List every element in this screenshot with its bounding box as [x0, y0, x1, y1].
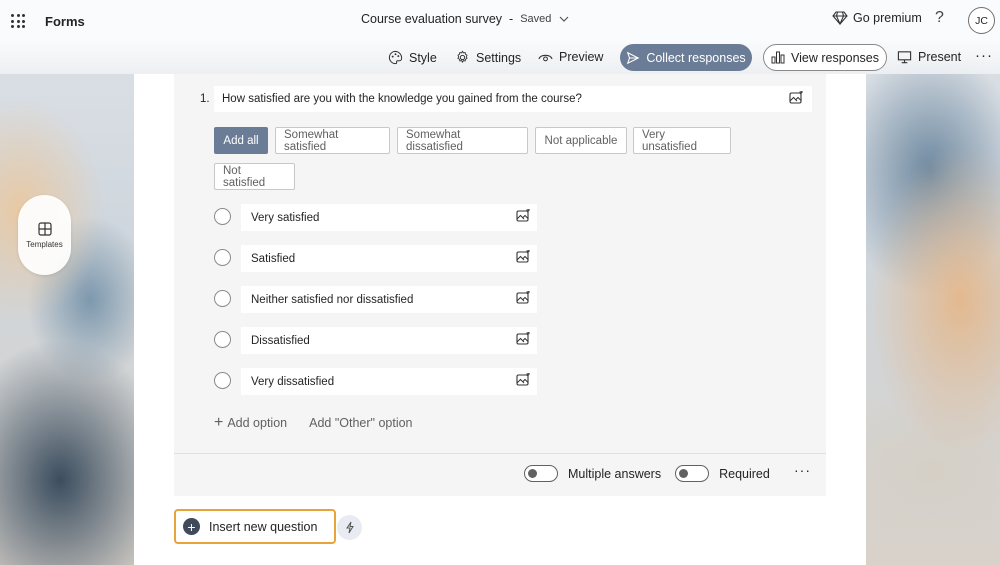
suggestion-chip[interactable]: Not applicable [535, 127, 627, 154]
suggestion-chip[interactable]: Somewhat satisfied [275, 127, 390, 154]
option-input[interactable]: Very dissatisfied [241, 368, 537, 395]
answer-option: Neither satisfied nor dissatisfied [214, 286, 538, 314]
question-more-icon[interactable]: ··· [794, 462, 811, 478]
plus-circle-icon: + [183, 518, 200, 535]
templates-label: Templates [26, 239, 63, 249]
templates-icon [37, 221, 52, 236]
present-button[interactable]: Present [897, 50, 961, 64]
radio-button[interactable] [214, 249, 231, 266]
radio-button[interactable] [214, 331, 231, 348]
collect-responses-button[interactable]: Collect responses [620, 44, 752, 71]
present-label: Present [918, 50, 962, 64]
insert-media-icon[interactable] [516, 249, 531, 267]
save-status: Saved [520, 13, 552, 25]
view-label: View responses [790, 50, 879, 65]
suggestion-chip[interactable]: Not satisfied [214, 163, 295, 190]
option-input[interactable]: Very satisfied [241, 204, 537, 231]
preview-button[interactable]: Preview [538, 50, 603, 64]
add-all-button[interactable]: Add all [214, 127, 268, 154]
add-option-button[interactable]: + Add option [214, 414, 288, 431]
add-option-row: + Add option Add "Other" option [214, 414, 413, 431]
insert-media-icon[interactable] [516, 290, 531, 308]
radio-button[interactable] [214, 208, 231, 225]
question-footer: Multiple answers Required [524, 465, 784, 482]
question-text: How satisfied are you with the knowledge… [222, 93, 582, 105]
add-other-option-button[interactable]: Add "Other" option [309, 416, 412, 430]
palette-icon [388, 50, 403, 65]
eye-icon [538, 54, 553, 62]
premium-label: Go premium [853, 11, 922, 25]
option-text: Very satisfied [251, 211, 320, 224]
app-name[interactable]: Forms [45, 14, 85, 29]
collect-label: Collect responses [646, 50, 746, 65]
multiple-answers-toggle[interactable] [524, 465, 558, 482]
insert-media-icon[interactable] [516, 331, 531, 349]
title-separator: - [509, 12, 514, 26]
view-responses-button[interactable]: View responses [763, 44, 887, 71]
option-text: Dissatisfied [251, 334, 310, 347]
multiple-answers-label: Multiple answers [568, 466, 662, 481]
style-button[interactable]: Style [388, 50, 437, 65]
avatar[interactable]: JC [968, 7, 995, 34]
top-bar: Forms Course evaluation survey - Saved G… [0, 0, 1000, 42]
option-text: Satisfied [251, 252, 296, 265]
monitor-icon [897, 51, 912, 64]
option-text: Very dissatisfied [251, 375, 335, 388]
radio-button[interactable] [214, 290, 231, 307]
question-number: 1. [200, 93, 210, 105]
option-input[interactable]: Dissatisfied [241, 327, 537, 354]
form-toolbar: Style Settings Preview Collect responses… [0, 42, 1000, 74]
insert-media-icon[interactable] [516, 208, 531, 226]
insert-label: Insert new question [209, 519, 318, 534]
bar-chart-icon [771, 51, 785, 64]
suggestion-chip[interactable]: Somewhat dissatisfied [397, 127, 528, 154]
preview-label: Preview [559, 50, 604, 64]
style-label: Style [409, 50, 437, 65]
radio-button[interactable] [214, 372, 231, 389]
send-icon [627, 51, 640, 64]
quick-suggest-button[interactable] [337, 515, 362, 540]
answer-option: Satisfied [214, 245, 538, 273]
doc-title-text: Course evaluation survey [361, 12, 503, 26]
option-input[interactable]: Neither satisfied nor dissatisfied [241, 286, 537, 313]
settings-button[interactable]: Settings [455, 50, 521, 65]
insert-media-icon[interactable] [516, 372, 531, 390]
required-toggle[interactable] [675, 465, 710, 482]
suggestion-chip[interactable]: Very unsatisfied [633, 127, 731, 154]
answer-option: Very dissatisfied [214, 368, 538, 396]
answer-option: Dissatisfied [214, 327, 538, 355]
question-text-input[interactable]: How satisfied are you with the knowledge… [214, 86, 812, 112]
card-divider [174, 453, 826, 454]
chevron-down-icon[interactable] [559, 14, 569, 25]
templates-button[interactable]: Templates [18, 195, 71, 275]
go-premium-button[interactable]: Go premium [832, 11, 922, 25]
option-text: Neither satisfied nor dissatisfied [251, 293, 414, 306]
diamond-icon [832, 11, 848, 25]
help-icon[interactable]: ? [935, 9, 944, 27]
lightning-icon [345, 521, 354, 534]
add-option-label: Add option [227, 416, 288, 430]
required-label: Required [719, 466, 770, 481]
more-options-icon[interactable]: ··· [975, 47, 993, 64]
insert-new-question-button[interactable]: + Insert new question [174, 509, 336, 544]
insert-media-icon[interactable] [789, 90, 804, 108]
plus-icon: + [214, 414, 224, 431]
answer-option: Very satisfied [214, 204, 538, 232]
gear-icon [457, 50, 468, 63]
option-input[interactable]: Satisfied [241, 245, 537, 272]
app-launcher-icon[interactable] [11, 14, 25, 28]
question-row: 1. How satisfied are you with the knowle… [174, 86, 814, 112]
settings-label: Settings [476, 50, 522, 65]
document-title[interactable]: Course evaluation survey - Saved [361, 12, 569, 26]
